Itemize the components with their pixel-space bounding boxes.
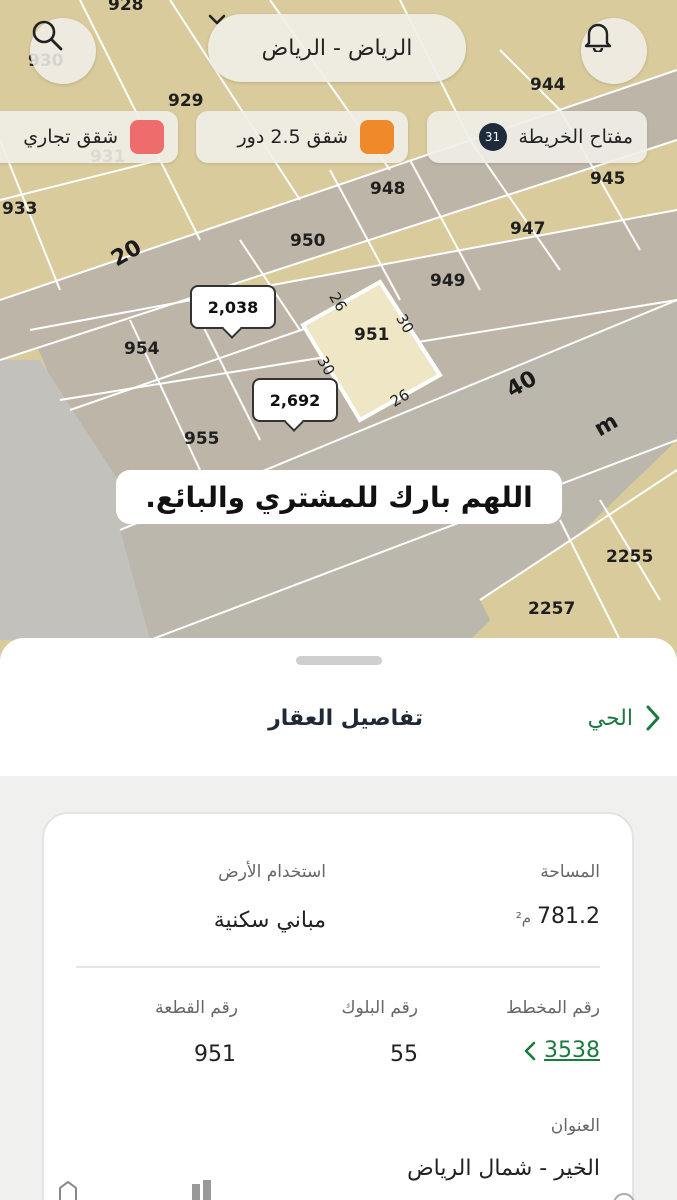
plot-number-value: 951 xyxy=(194,1042,236,1067)
chevron-left-icon xyxy=(524,1041,536,1060)
block-number-value: 55 xyxy=(390,1042,418,1067)
city-selector[interactable]: الرياض - الرياض xyxy=(208,14,466,82)
legend-apartments-25-label: شقق 2.5 دور xyxy=(237,126,349,148)
caption-text: اللهم بارك للمشتري والبائع. xyxy=(116,470,562,524)
search-button[interactable] xyxy=(30,18,96,84)
land-use-value: مباني سكنية xyxy=(213,908,326,933)
share-icon[interactable] xyxy=(59,1180,77,1200)
bottom-toolbar xyxy=(0,1170,677,1200)
circle-icon[interactable] xyxy=(613,1193,635,1200)
district-link[interactable]: الحي xyxy=(588,704,661,732)
chevron-right-icon xyxy=(646,705,660,731)
area-number: 781.2 xyxy=(537,904,600,929)
map-canvas[interactable]: 928 930 929 931 933 944 945 947 948 949 … xyxy=(0,0,677,660)
plot-label: 945 xyxy=(590,169,626,189)
price-tag[interactable]: 2,692 xyxy=(252,378,338,422)
plot-label: 955 xyxy=(184,429,220,449)
plot-label: 954 xyxy=(124,339,160,359)
legend-commercial-chip[interactable]: شقق تجاري xyxy=(0,111,178,163)
plot-label: 933 xyxy=(2,199,38,219)
plan-number-label: رقم المخطط xyxy=(506,998,600,1018)
sheet-header: تفاصيل العقار الحي xyxy=(0,638,677,776)
plot-number-label: رقم القطعة xyxy=(155,998,238,1018)
address-label: العنوان xyxy=(550,1116,600,1136)
map-key-label: مفتاح الخريطة xyxy=(518,126,634,148)
city-name: الرياض - الرياض xyxy=(261,35,413,61)
area-unit: م² xyxy=(515,909,532,927)
plot-label: 951 xyxy=(354,325,390,345)
sheet-grabber[interactable] xyxy=(296,656,382,665)
sheet-title: تفاصيل العقار xyxy=(268,706,423,731)
land-use-label: استخدام الأرض xyxy=(218,862,326,882)
bell-icon xyxy=(584,23,612,52)
plot-label: 2257 xyxy=(528,599,575,619)
plot-label: 2255 xyxy=(606,547,653,567)
plot-label: 947 xyxy=(510,219,546,239)
chevron-down-icon xyxy=(208,14,226,25)
building-icon[interactable] xyxy=(192,1180,211,1200)
search-icon xyxy=(32,20,63,51)
legend-commercial-label: شقق تجاري xyxy=(23,126,118,148)
area-value: 781.2 م² xyxy=(516,904,600,929)
plot-label: 929 xyxy=(168,91,204,111)
plot-label: 950 xyxy=(290,231,326,251)
plot-label: 949 xyxy=(430,271,466,291)
block-number-label: رقم البلوك xyxy=(341,998,418,1018)
divider xyxy=(76,966,600,968)
bottom-icons-svg xyxy=(59,1180,635,1200)
plan-number-value: 3538 xyxy=(544,1038,600,1063)
plot-label: 948 xyxy=(370,179,406,199)
property-details-sheet[interactable]: تفاصيل العقار الحي المساحة 781.2 م² استخ… xyxy=(0,638,677,1200)
map-key-chip[interactable]: مفتاح الخريطة 31 xyxy=(427,111,647,163)
plan-number-link[interactable]: 3538 xyxy=(524,1038,600,1063)
details-card: المساحة 781.2 م² استخدام الأرض مباني سكن… xyxy=(42,812,634,1200)
price-tag[interactable]: 2,038 xyxy=(190,285,276,329)
red-swatch xyxy=(130,120,164,154)
map-key-count: 31 xyxy=(478,123,507,151)
district-link-label: الحي xyxy=(587,705,633,731)
area-label: المساحة xyxy=(540,862,600,882)
plot-label: 928 xyxy=(108,0,144,15)
legend-apartments-25-chip[interactable]: شقق 2.5 دور xyxy=(196,111,408,163)
plot-label: 944 xyxy=(530,75,566,95)
map-view[interactable]: 928 930 929 931 933 944 945 947 948 949 … xyxy=(0,0,677,660)
notifications-button[interactable] xyxy=(581,18,647,84)
orange-swatch xyxy=(360,120,394,154)
